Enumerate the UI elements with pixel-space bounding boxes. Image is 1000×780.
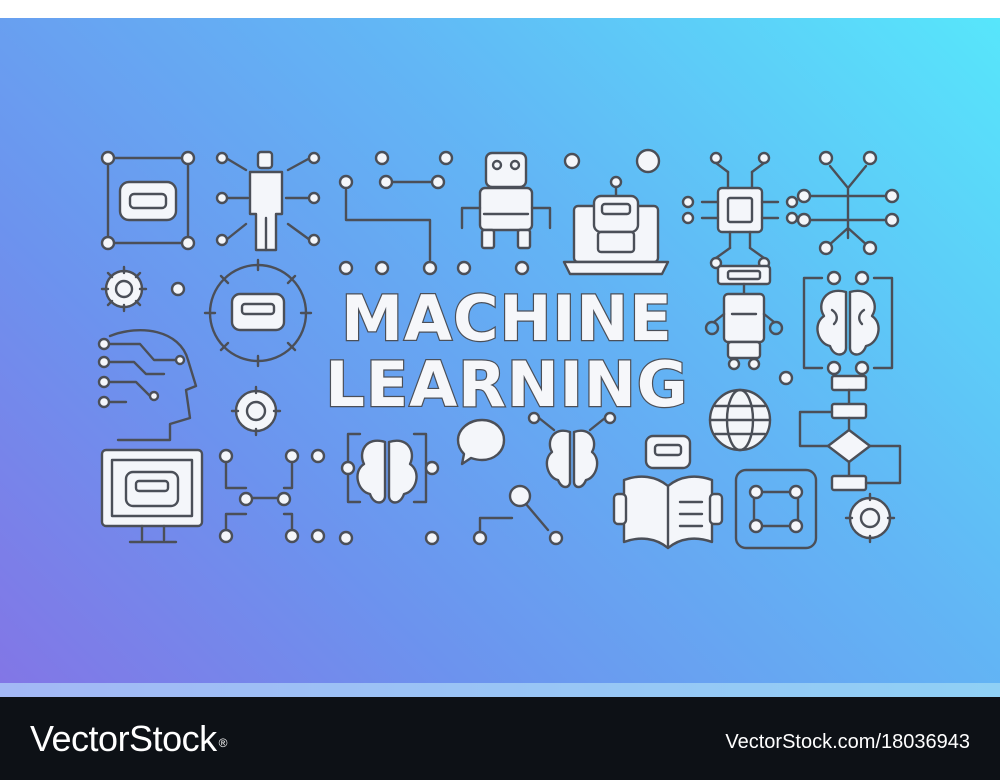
registered-mark: ® [218,736,228,750]
laptop-robot-icon [562,175,670,276]
gear-icon [230,385,282,437]
banner-bottom-strip [0,683,1000,697]
vectorstock-logo: VectorStock ® [30,717,227,761]
chat-bubble-icon [456,418,506,466]
node-dot [635,148,661,174]
network-nodes-icon [472,484,564,546]
title-block: MACHINE LEARNING [312,282,702,421]
top-strip [0,0,1000,18]
brain-circuit-icon [796,150,900,256]
globe-icon [708,388,772,452]
chip-icon [681,151,799,270]
brain-icon [802,270,894,376]
person-network-icon [215,150,321,252]
gear-icon [844,492,896,544]
gear-robot-icon [203,258,313,368]
gear-icon [100,265,148,313]
node-frame-icon [734,468,818,550]
robot-icon [460,151,552,250]
ml-banner: MACHINE LEARNING [0,18,1000,683]
node-dot [170,281,186,297]
tall-robot-icon [704,264,784,371]
node-dot [778,370,794,386]
watermark-footer: VectorStock ® VectorStock.com/18036943 [0,697,1000,780]
image-id-text: VectorStock.com/18036943 [725,731,970,753]
network-nodes-icon [218,448,326,544]
book-robot-icon [612,434,724,550]
vr-headset-icon [100,150,196,251]
head-circuit-icon [97,329,198,442]
monitor-vr-icon [100,448,204,544]
brain-icon [527,411,617,489]
stock-image: MACHINE LEARNING VectorStock ® VectorStoc… [0,0,1000,780]
logo-text: VectorStock [30,718,217,759]
title-learning: LEARNING [324,348,689,421]
brain-icon [338,432,440,546]
node-dot [563,152,581,170]
title-machine: MACHINE [340,282,673,355]
flowchart-icon [798,374,902,492]
